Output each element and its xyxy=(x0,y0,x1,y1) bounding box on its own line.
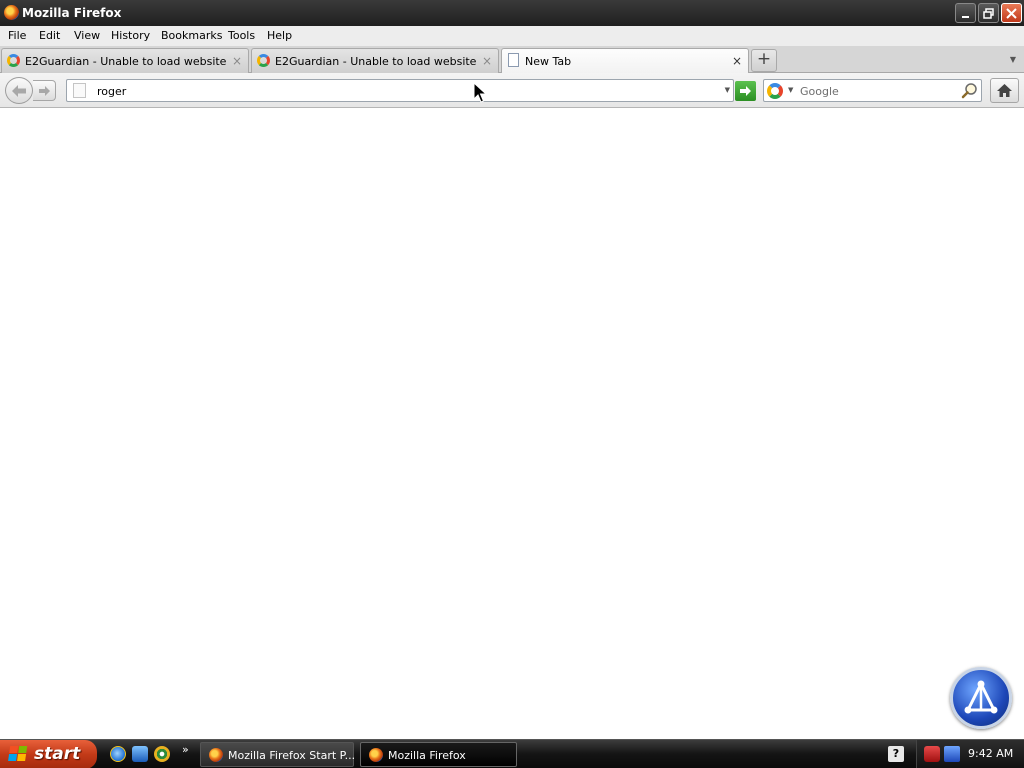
quicklaunch-more-icon[interactable]: » xyxy=(182,743,189,756)
menu-help[interactable]: Help xyxy=(267,29,292,42)
page-identity-icon[interactable] xyxy=(73,83,86,98)
restore-button[interactable] xyxy=(978,3,999,23)
help-icon[interactable]: ? xyxy=(888,746,904,762)
search-bar[interactable]: ▼ xyxy=(763,79,982,102)
menu-bar: File Edit View History Bookmarks Tools H… xyxy=(0,26,1024,46)
menu-view[interactable]: View xyxy=(74,29,100,42)
blank-page-icon xyxy=(508,53,519,67)
taskbar-clock[interactable]: 9:42 AM xyxy=(968,747,1013,760)
tab-label: E2Guardian - Unable to load website xyxy=(25,55,227,68)
tab-label: E2Guardian - Unable to load website xyxy=(275,55,477,68)
search-input[interactable] xyxy=(800,83,960,99)
tab-close-icon[interactable]: × xyxy=(482,54,492,68)
mouse-cursor-icon xyxy=(473,82,487,103)
taskbar-item-firefox-start[interactable]: Mozilla Firefox Start P... xyxy=(200,742,356,767)
menu-tools[interactable]: Tools xyxy=(228,29,255,42)
window-titlebar[interactable]: Mozilla Firefox xyxy=(0,0,1024,26)
google-favicon-icon xyxy=(7,54,20,67)
home-icon xyxy=(997,84,1012,97)
windows-flag-icon xyxy=(8,746,28,763)
floating-app-badge-icon[interactable] xyxy=(950,667,1012,729)
minimize-button[interactable] xyxy=(955,3,976,23)
restore-icon xyxy=(983,8,994,19)
tab-label: New Tab xyxy=(525,55,572,68)
menu-file[interactable]: File xyxy=(8,29,26,42)
forward-arrow-icon xyxy=(38,86,50,96)
firefox-icon xyxy=(369,748,383,762)
start-button[interactable]: start xyxy=(0,740,97,768)
start-label: start xyxy=(34,744,81,764)
navigation-toolbar: ▼ ▼ xyxy=(0,73,1024,108)
go-arrow-icon xyxy=(740,86,751,96)
network-tray-icon[interactable] xyxy=(944,746,960,762)
taskbar-item-label: Mozilla Firefox Start P... xyxy=(228,749,356,762)
close-icon xyxy=(1006,8,1017,19)
search-engine-dropdown-icon[interactable]: ▼ xyxy=(788,86,793,94)
tab-close-icon[interactable]: × xyxy=(732,54,742,68)
taskbar-item-label: Mozilla Firefox xyxy=(388,749,466,762)
forward-button[interactable] xyxy=(33,80,56,101)
tab-e2guardian-2[interactable]: E2Guardian - Unable to load website × xyxy=(251,48,499,73)
firefox-icon xyxy=(209,748,223,762)
url-input[interactable] xyxy=(97,83,697,99)
back-button[interactable] xyxy=(5,77,33,104)
google-favicon-icon xyxy=(257,54,270,67)
tab-close-icon[interactable]: × xyxy=(232,54,242,68)
security-shield-icon[interactable] xyxy=(924,746,940,762)
url-bar[interactable]: ▼ xyxy=(66,79,734,102)
tab-new-tab[interactable]: New Tab × xyxy=(501,48,749,74)
window-title: Mozilla Firefox xyxy=(22,6,122,20)
browser-quicklaunch-icon[interactable] xyxy=(132,746,148,762)
url-history-dropdown-icon[interactable]: ▼ xyxy=(725,86,730,94)
home-button[interactable] xyxy=(990,78,1019,103)
menu-bookmarks[interactable]: Bookmarks xyxy=(161,29,222,42)
google-search-engine-icon[interactable] xyxy=(767,83,783,99)
go-button[interactable] xyxy=(735,81,756,101)
search-magnifier-icon[interactable] xyxy=(961,82,978,99)
new-tab-button[interactable]: + xyxy=(751,49,777,72)
menu-edit[interactable]: Edit xyxy=(39,29,60,42)
page-content-area[interactable] xyxy=(0,108,1024,739)
triangle-network-icon xyxy=(964,680,998,714)
media-player-icon[interactable] xyxy=(154,746,170,762)
tab-strip: E2Guardian - Unable to load website × E2… xyxy=(0,46,1024,74)
menu-history[interactable]: History xyxy=(111,29,150,42)
minimize-icon xyxy=(961,16,969,18)
back-arrow-icon xyxy=(12,85,26,97)
firefox-icon xyxy=(4,5,19,20)
taskbar-item-firefox[interactable]: Mozilla Firefox xyxy=(360,742,517,767)
taskbar: start » Mozilla Firefox Start P... Mozil… xyxy=(0,739,1024,768)
tab-list-arrow-icon[interactable]: ▼ xyxy=(1010,55,1016,64)
internet-explorer-icon[interactable] xyxy=(110,746,126,762)
close-button[interactable] xyxy=(1001,3,1022,23)
tab-e2guardian-1[interactable]: E2Guardian - Unable to load website × xyxy=(1,48,249,73)
